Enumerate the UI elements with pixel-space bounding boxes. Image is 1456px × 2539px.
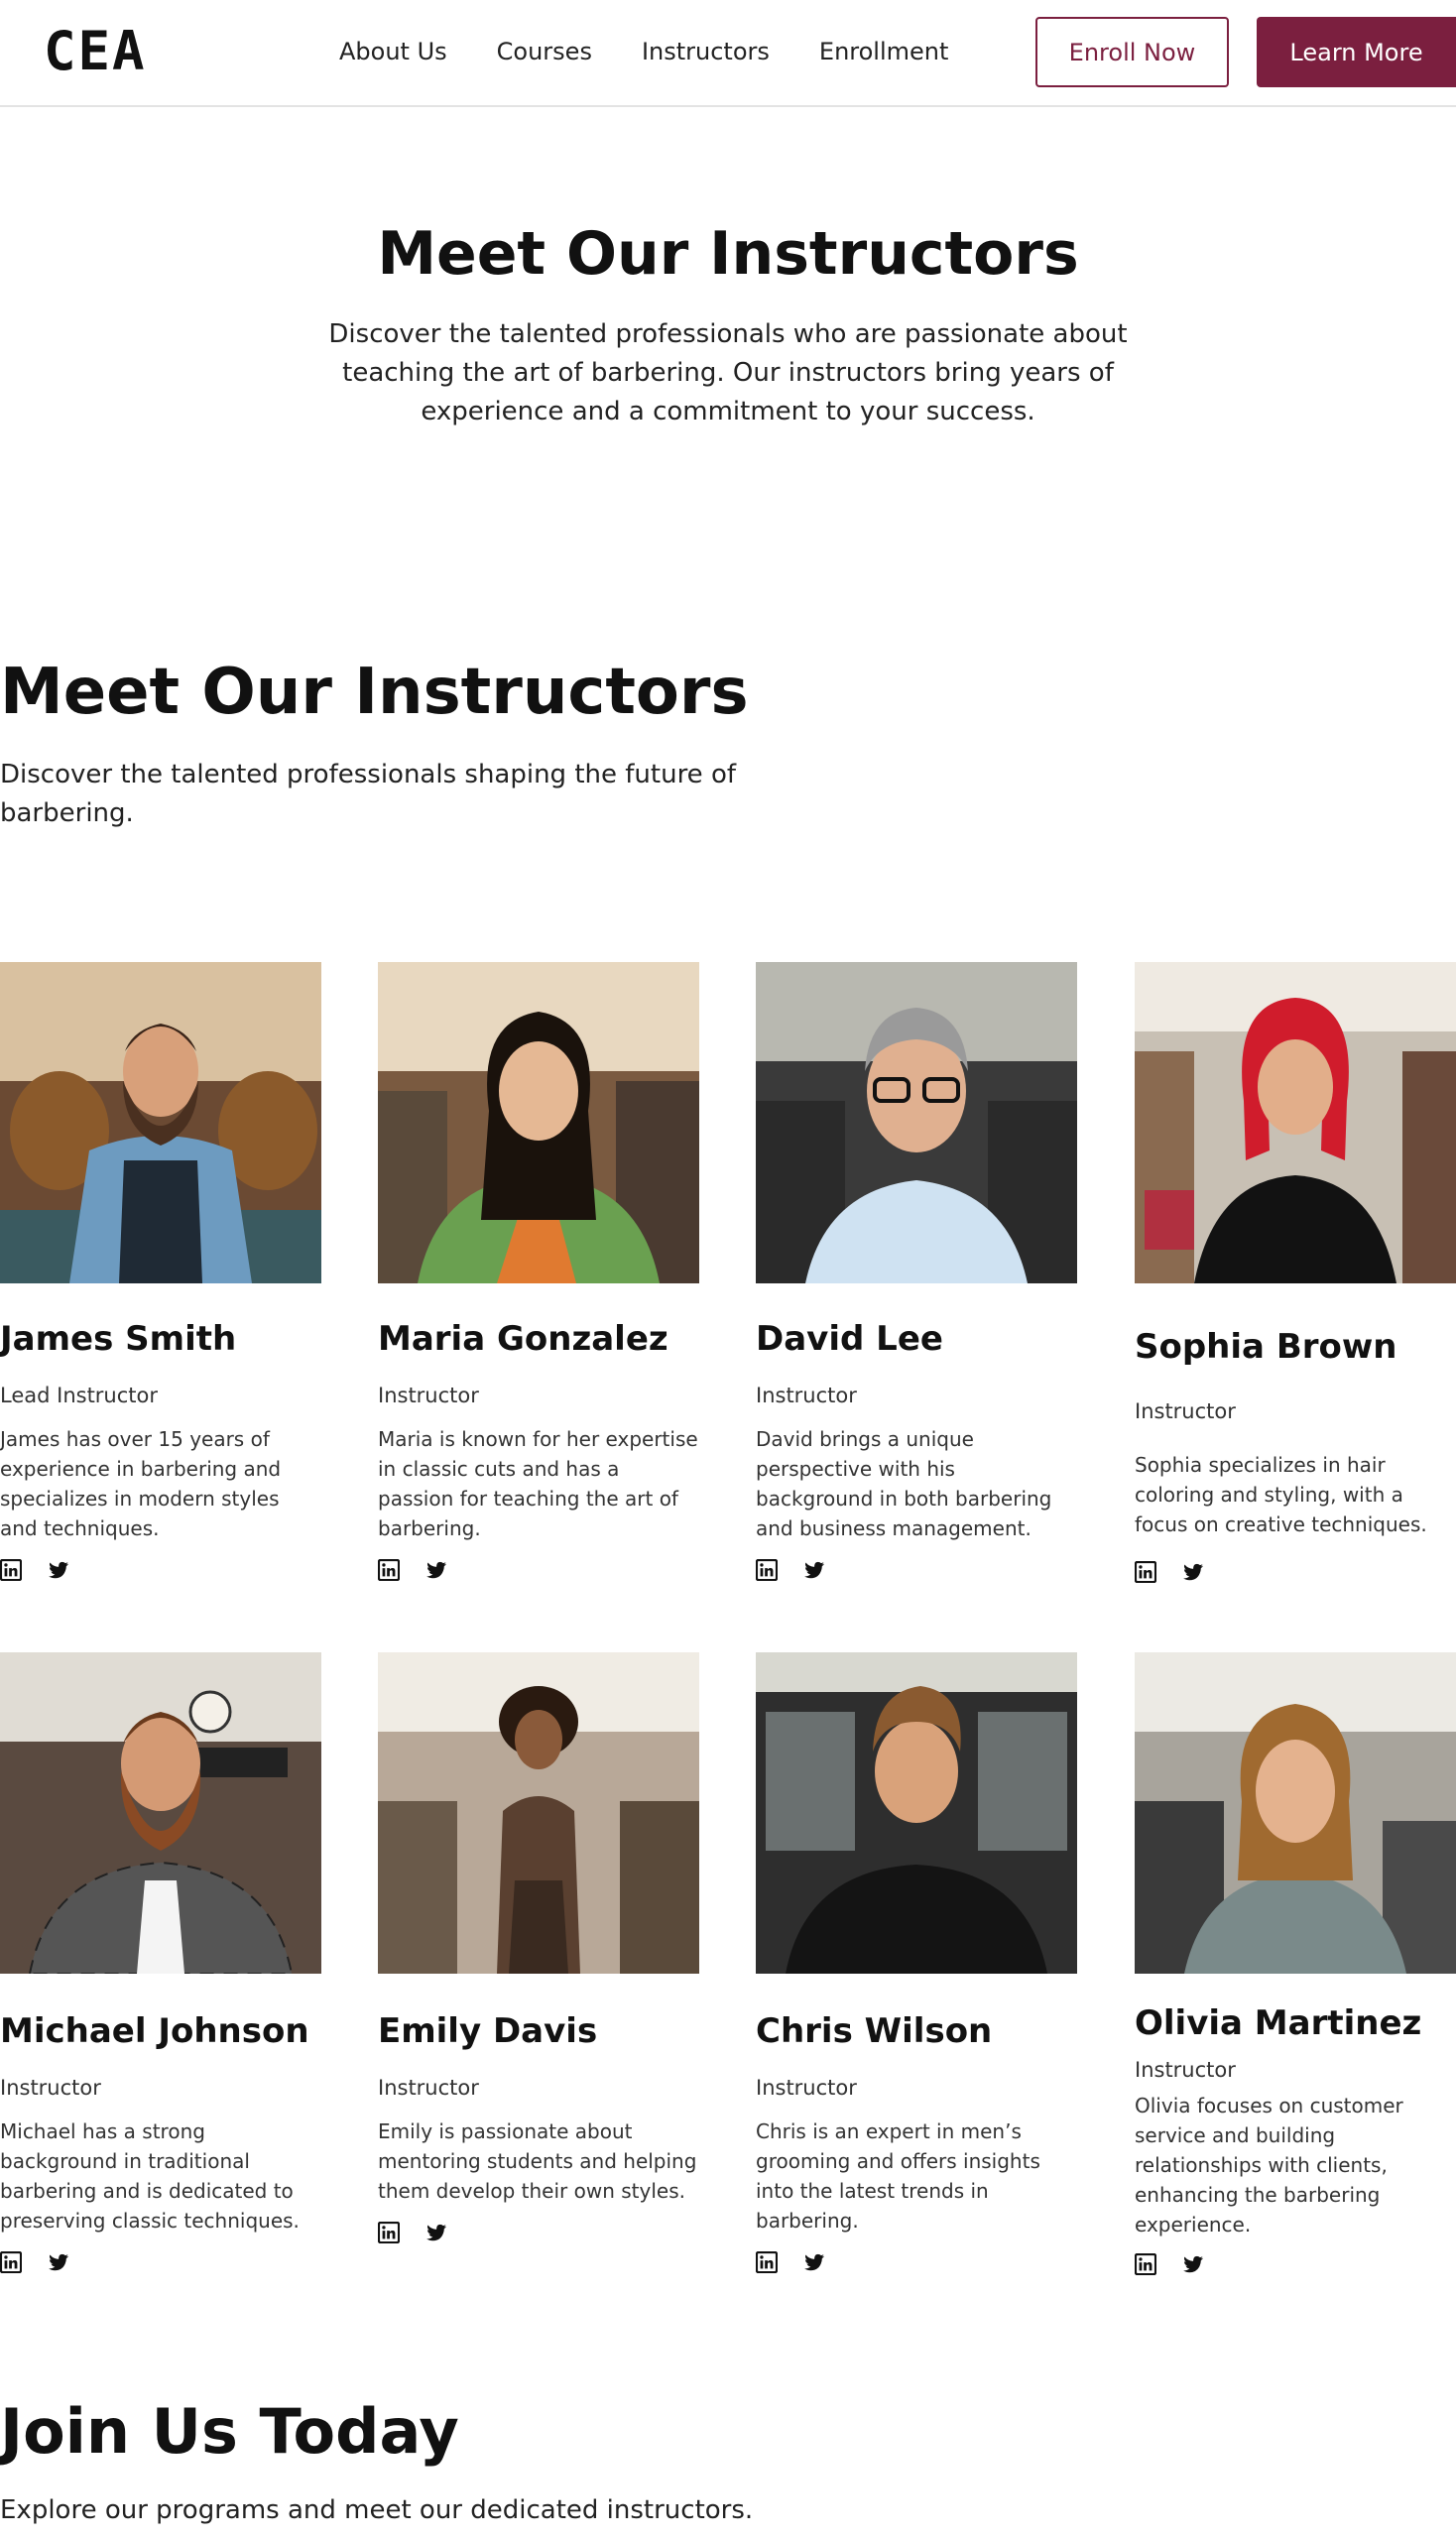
join-description: Explore our programs and meet our dedica…: [0, 2495, 754, 2525]
linkedin-icon[interactable]: [756, 1559, 778, 1581]
instructor-name: Olivia Martinez: [1135, 2003, 1422, 2043]
instructor-bio: James has over 15 years of experience in…: [0, 1427, 282, 1540]
join-title: Join Us Today: [0, 2395, 459, 2468]
instructor-photo: [378, 962, 699, 1283]
hero-description: Discover the talented professionals who …: [328, 319, 1128, 426]
learn-more-button[interactable]: Learn More: [1257, 17, 1456, 87]
nav-enrollment[interactable]: Enrollment: [819, 34, 949, 69]
logo[interactable]: CEA: [44, 20, 147, 82]
instructor-card: Sophia Brown Instructor Sophia specializ…: [1135, 962, 1456, 1583]
social-links: [1135, 1561, 1456, 1583]
social-links: [0, 2251, 321, 2273]
section-description: Discover the talented professionals shap…: [0, 760, 737, 828]
instructor-bio: Olivia focuses on customer service and b…: [1135, 2094, 1403, 2237]
main-nav: About Us Courses Instructors Enrollment: [339, 34, 998, 69]
instructor-role: Instructor: [378, 2076, 479, 2100]
social-links: [1135, 2253, 1456, 2275]
linkedin-icon[interactable]: [1135, 2253, 1156, 2275]
instructor-photo: [756, 1652, 1077, 1974]
social-links: [756, 1559, 1077, 1581]
linkedin-icon[interactable]: [378, 1559, 400, 1581]
twitter-icon[interactable]: [425, 1559, 447, 1581]
instructor-card: Michael Johnson Instructor Michael has a…: [0, 1652, 321, 2273]
twitter-icon[interactable]: [48, 2251, 69, 2273]
instructor-card: Emily Davis Instructor Emily is passiona…: [378, 1652, 699, 2243]
social-links: [378, 2222, 699, 2243]
twitter-icon[interactable]: [1182, 2253, 1204, 2275]
instructor-card: David Lee Instructor David brings a uniq…: [756, 962, 1077, 1581]
instructor-name: Sophia Brown: [1135, 1327, 1397, 1367]
instructor-name: Michael Johnson: [0, 2011, 309, 2051]
linkedin-icon[interactable]: [378, 2222, 400, 2243]
instructor-role: Instructor: [1135, 1399, 1236, 1423]
instructor-bio: Sophia specializes in hair coloring and …: [1135, 1453, 1427, 1536]
twitter-icon[interactable]: [803, 2251, 825, 2273]
instructor-name: David Lee: [756, 1319, 943, 1359]
instructor-role: Instructor: [756, 2076, 857, 2100]
social-links: [756, 2251, 1077, 2273]
linkedin-icon[interactable]: [1135, 1561, 1156, 1583]
instructor-bio: Maria is known for her expertise in clas…: [378, 1427, 698, 1540]
instructor-name: Maria Gonzalez: [378, 1319, 668, 1359]
social-links: [0, 1559, 321, 1581]
instructor-photo: [0, 1652, 321, 1974]
instructor-bio: Emily is passionate about mentoring stud…: [378, 2119, 697, 2203]
instructor-role: Instructor: [0, 2076, 101, 2100]
nav-courses[interactable]: Courses: [497, 34, 592, 69]
twitter-icon[interactable]: [48, 1559, 69, 1581]
social-links: [378, 1559, 699, 1581]
instructor-card: James Smith Lead Instructor James has ov…: [0, 962, 321, 1581]
instructor-photo: [0, 962, 321, 1283]
nav-instructors[interactable]: Instructors: [642, 34, 770, 69]
linkedin-icon[interactable]: [0, 1559, 22, 1581]
instructor-photo: [756, 962, 1077, 1283]
logo-text: CEA: [44, 20, 147, 82]
hero-title: Meet Our Instructors: [377, 219, 1079, 289]
instructor-bio: Michael has a strong background in tradi…: [0, 2119, 300, 2233]
instructor-card: Olivia Martinez Instructor Olivia focuse…: [1135, 1652, 1456, 2275]
instructor-card: Chris Wilson Instructor Chris is an expe…: [756, 1652, 1077, 2273]
instructor-role: Instructor: [756, 1384, 857, 1407]
instructor-bio: David brings a unique perspective with h…: [756, 1427, 1052, 1540]
instructor-role: Lead Instructor: [0, 1384, 159, 1407]
section-title: Meet Our Instructors: [0, 656, 749, 729]
instructor-name: Emily Davis: [378, 2011, 598, 2051]
instructor-photo: [378, 1652, 699, 1974]
instructor-photo: [1135, 962, 1456, 1283]
twitter-icon[interactable]: [425, 2222, 447, 2243]
linkedin-icon[interactable]: [0, 2251, 22, 2273]
instructor-role: Instructor: [378, 1384, 479, 1407]
linkedin-icon[interactable]: [756, 2251, 778, 2273]
instructor-card: Maria Gonzalez Instructor Maria is known…: [378, 962, 699, 1581]
instructor-photo: [1135, 1652, 1456, 1974]
twitter-icon[interactable]: [803, 1559, 825, 1581]
instructor-bio: Chris is an expert in men’s grooming and…: [756, 2119, 1040, 2233]
site-header: CEA About Us Courses Instructors Enrollm…: [0, 0, 1456, 107]
nav-about-us[interactable]: About Us: [339, 34, 447, 69]
twitter-icon[interactable]: [1182, 1561, 1204, 1583]
instructor-name: James Smith: [0, 1319, 237, 1359]
enroll-now-button[interactable]: Enroll Now: [1035, 17, 1229, 87]
instructor-role: Instructor: [1135, 2058, 1236, 2082]
instructor-name: Chris Wilson: [756, 2011, 993, 2051]
